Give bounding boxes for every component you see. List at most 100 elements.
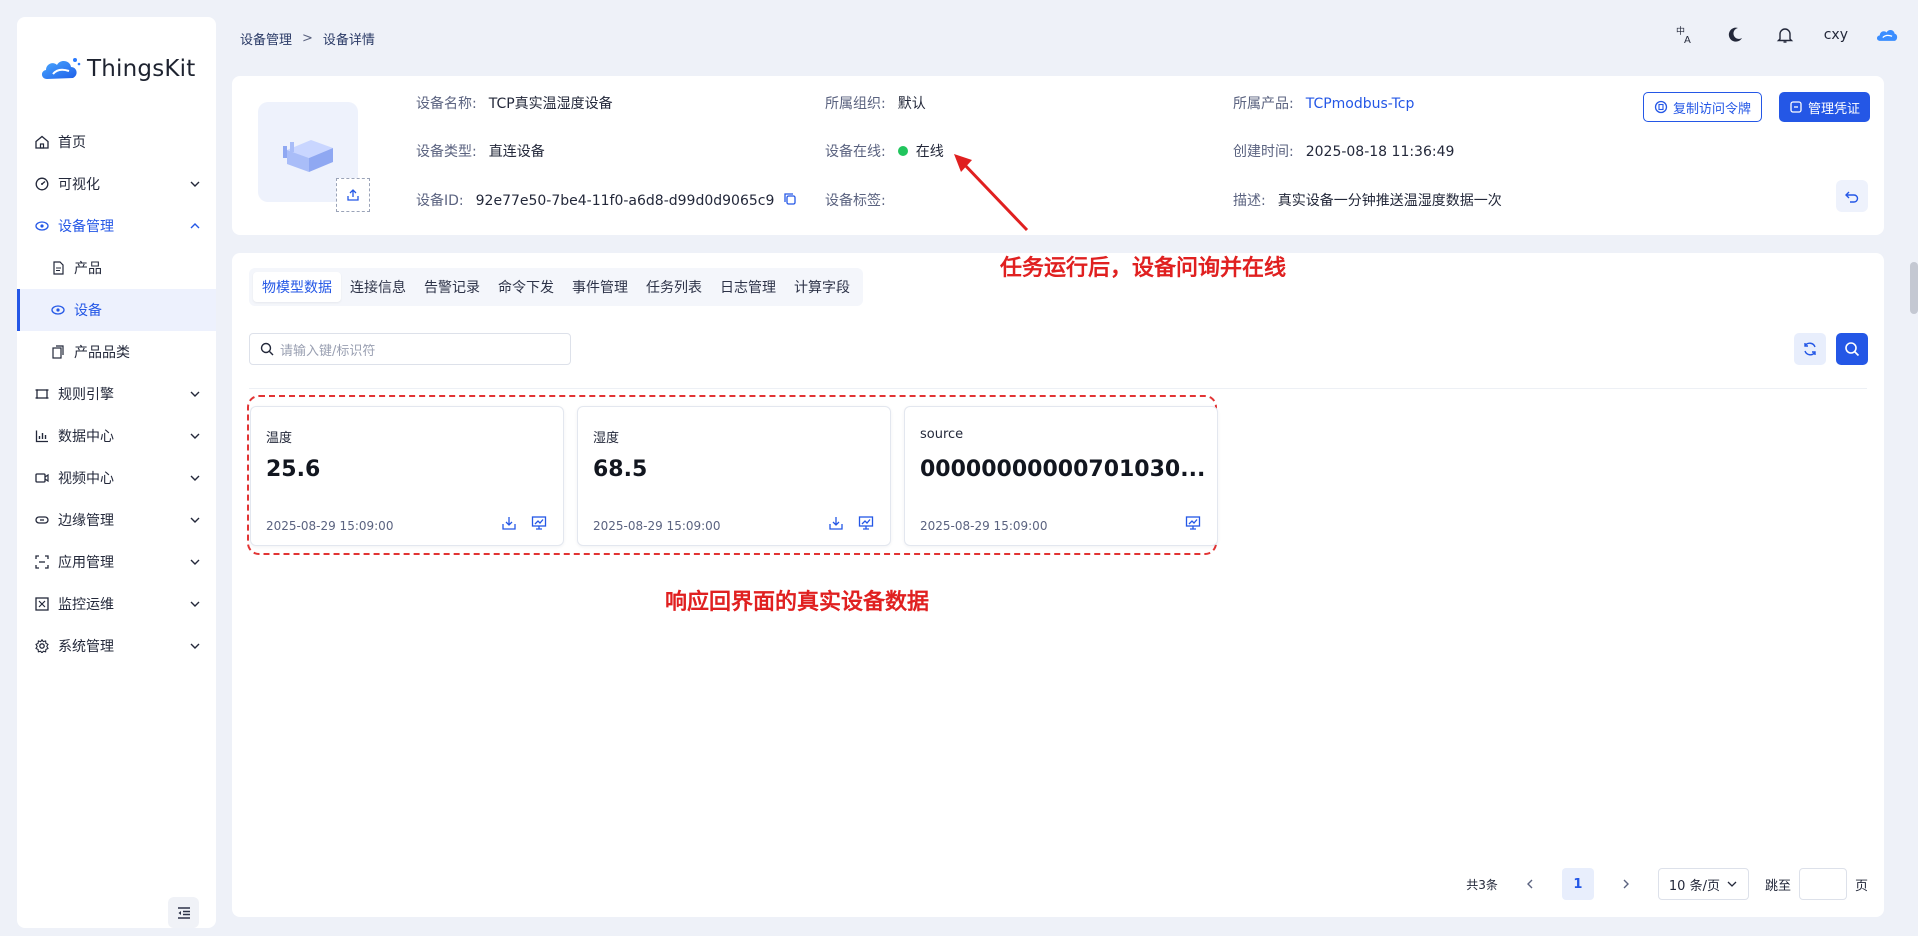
page-jump-input[interactable]: [1798, 868, 1847, 900]
created-value: 2025-08-18 11:36:49: [1305, 144, 1455, 160]
page-number-button[interactable]: 1: [1561, 868, 1594, 900]
sidebar-item-data-center[interactable]: 数据中心: [17, 415, 216, 457]
language-icon[interactable]: 中A: [1674, 24, 1696, 46]
sidebar-item-label: 首页: [58, 135, 86, 151]
download-icon[interactable]: [501, 515, 517, 531]
sidebar-item-product[interactable]: 产品: [17, 247, 216, 289]
manage-credential-button[interactable]: 管理凭证: [1779, 92, 1871, 122]
menu-fold-icon: [177, 906, 190, 919]
video-icon: [34, 470, 50, 486]
copy-icon[interactable]: [783, 192, 797, 210]
avatar[interactable]: [1876, 24, 1898, 46]
sidebar-item-device[interactable]: 设备: [17, 289, 216, 331]
breadcrumb-device-management[interactable]: 设备管理: [240, 29, 292, 48]
chevron-down-icon: [190, 391, 200, 397]
sidebar-item-product-category[interactable]: 产品品类: [17, 331, 216, 373]
rule-icon: [34, 386, 50, 402]
search-button[interactable]: [1836, 333, 1868, 365]
sidebar-item-edge-management[interactable]: 边缘管理: [17, 499, 216, 541]
tab-command-send[interactable]: 命令下发: [489, 272, 563, 302]
sidebar-item-app-management[interactable]: 应用管理: [17, 541, 216, 583]
tab-event-management[interactable]: 事件管理: [563, 272, 637, 302]
sidebar-item-device-management[interactable]: 设备管理: [17, 205, 216, 247]
refresh-icon: [1804, 342, 1816, 356]
tab-connection-info[interactable]: 连接信息: [341, 272, 415, 302]
device-id-field: 设备ID: 92e77e50-7be4-11f0-a6d8-d99d0d9065c…: [416, 190, 797, 210]
cloud-logo-icon: [41, 58, 81, 79]
tab-log-management[interactable]: 日志管理: [711, 272, 785, 302]
search-icon: [260, 342, 274, 356]
username[interactable]: cxy: [1824, 27, 1848, 43]
collapse-sidebar-button[interactable]: [168, 897, 199, 928]
app-logo[interactable]: ThingsKit: [39, 55, 195, 83]
chevron-down-icon: [1727, 881, 1737, 887]
bell-icon[interactable]: [1774, 24, 1796, 46]
chart-icon[interactable]: [858, 515, 874, 531]
sidebar-item-rule-engine[interactable]: 规则引擎: [17, 373, 216, 415]
description-field: 描述: 真实设备一分钟推送温湿度数据一次: [1233, 190, 1502, 210]
data-card-time: 2025-08-29 15:09:00: [266, 519, 394, 533]
page-size-select[interactable]: 10 条/页: [1657, 868, 1749, 900]
chevron-down-icon: [190, 433, 200, 439]
app-icon: [34, 554, 50, 570]
online-label: 设备在线:: [825, 144, 886, 160]
data-card-name: 湿度: [593, 431, 620, 446]
chart-icon[interactable]: [531, 515, 547, 531]
prev-page-button[interactable]: [1514, 868, 1546, 900]
tab-task-list[interactable]: 任务列表: [637, 272, 711, 302]
sidebar-item-home[interactable]: 首页: [17, 121, 216, 163]
tab-computed-fields[interactable]: 计算字段: [785, 272, 859, 302]
gear-icon: [34, 638, 50, 654]
data-card[interactable]: source 00000000000701030... 2025-08-29 1…: [904, 406, 1218, 546]
breadcrumb: 设备管理 > 设备详情: [240, 29, 375, 48]
annotation-online: 任务运行后，设备问询并在线: [1000, 255, 1287, 281]
online-status-value: 在线: [915, 144, 944, 160]
tab-thing-model-data[interactable]: 物模型数据: [253, 272, 341, 302]
scrollbar[interactable]: [1910, 262, 1918, 314]
chart-icon[interactable]: [1185, 515, 1201, 531]
home-icon: [34, 134, 50, 150]
data-card-name: 温度: [266, 431, 293, 446]
search-input[interactable]: 请输入键/标识符: [249, 333, 571, 365]
sidebar-item-label: 产品品类: [74, 345, 130, 361]
pagination: 共3条 1 10 条/页 跳至 页: [1466, 868, 1868, 900]
chevron-right-icon: [1623, 879, 1629, 889]
data-card-name: source: [920, 427, 964, 442]
upload-image-button[interactable]: [336, 178, 370, 212]
device-type-field: 设备类型: 直连设备: [416, 141, 545, 161]
device-id-label: 设备ID:: [416, 193, 464, 209]
back-button[interactable]: [1836, 180, 1868, 212]
manage-credential-label: 管理凭证: [1808, 101, 1861, 117]
data-card-actions: [1185, 515, 1201, 531]
download-icon[interactable]: [828, 515, 844, 531]
copy-access-token-button[interactable]: 复制访问令牌: [1643, 92, 1763, 122]
dark-mode-icon[interactable]: [1724, 24, 1746, 46]
page-suffix: 页: [1854, 878, 1868, 894]
created-field: 创建时间: 2025-08-18 11:36:49: [1233, 141, 1454, 161]
description-label: 描述:: [1233, 193, 1266, 209]
product-link[interactable]: TCPmodbus-Tcp: [1306, 96, 1415, 112]
data-card[interactable]: 湿度 68.5 2025-08-29 15:09:00: [577, 406, 891, 546]
sidebar-item-system-management[interactable]: 系统管理: [17, 625, 216, 667]
created-label: 创建时间:: [1233, 144, 1294, 160]
refresh-button[interactable]: [1794, 333, 1826, 365]
chevron-down-icon: [190, 181, 200, 187]
sidebar-item-monitoring[interactable]: 监控运维: [17, 583, 216, 625]
tab-alarm-records[interactable]: 告警记录: [415, 272, 489, 302]
data-card-time: 2025-08-29 15:09:00: [593, 519, 721, 533]
sidebar-item-label: 设备管理: [58, 219, 114, 235]
device-type-value: 直连设备: [488, 144, 545, 160]
copy-access-token-label: 复制访问令牌: [1673, 101, 1752, 117]
sidebar-item-visualization[interactable]: 可视化: [17, 163, 216, 205]
data-card[interactable]: 温度 25.6 2025-08-29 15:09:00: [250, 406, 564, 546]
chart-icon: [34, 428, 50, 444]
next-page-button[interactable]: [1610, 868, 1642, 900]
org-field: 所属组织: 默认: [825, 93, 926, 113]
annotation-arrow: [954, 154, 1029, 232]
product-label: 所属产品:: [1233, 96, 1294, 112]
sidebar-item-video-center[interactable]: 视频中心: [17, 457, 216, 499]
online-status-dot: [897, 146, 908, 156]
chevron-down-icon: [190, 517, 200, 523]
device-name-field: 设备名称: TCP真实温湿度设备: [416, 93, 613, 113]
undo-icon: [1845, 191, 1859, 203]
